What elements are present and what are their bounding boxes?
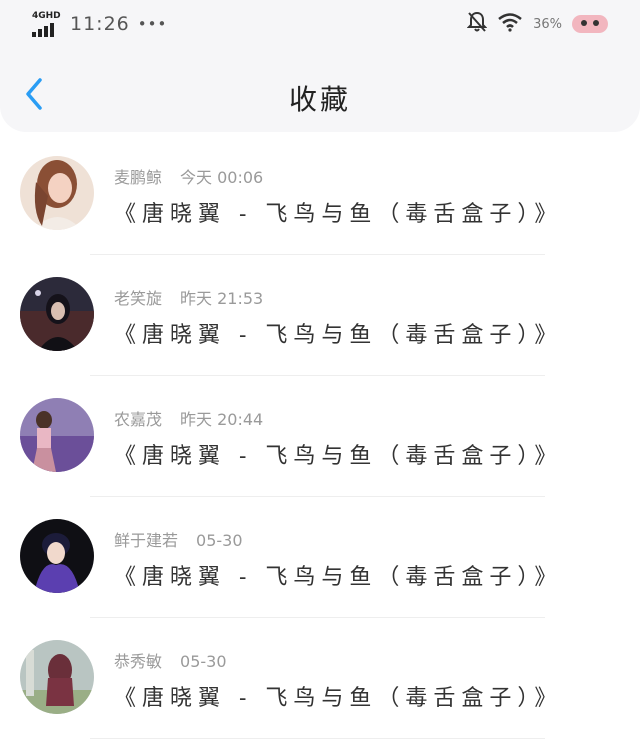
timestamp: 昨天 20:44 <box>180 410 264 429</box>
timestamp: 05-30 <box>196 531 243 550</box>
avatar[interactable] <box>20 277 94 351</box>
list-item[interactable]: 老笑旋 昨天 21:53 《唐晓翼 - 飞鸟与鱼（毒舌盒子）》 <box>0 255 640 376</box>
item-title: 《唐晓翼 - 飞鸟与鱼（毒舌盒子）》 <box>114 686 563 711</box>
item-meta: 老笑旋 昨天 21:53 <box>114 285 263 309</box>
status-left: 4GHD 11:26 ••• <box>32 11 167 37</box>
avatar[interactable] <box>20 156 94 230</box>
item-title: 《唐晓翼 - 飞鸟与鱼（毒舌盒子）》 <box>114 444 563 469</box>
item-title: 《唐晓翼 - 飞鸟与鱼（毒舌盒子）》 <box>114 202 563 227</box>
avatar[interactable] <box>20 519 94 593</box>
item-meta: 农嘉茂 昨天 20:44 <box>114 406 263 430</box>
status-bar: 4GHD 11:26 ••• 36% <box>0 0 640 48</box>
username: 恭秀敏 <box>114 652 163 671</box>
username: 麦鹏鲸 <box>114 168 163 187</box>
favorites-list: 麦鹏鲸 今天 00:06 《唐晓翼 - 飞鸟与鱼（毒舌盒子）》 老笑旋 昨天 21:… <box>0 134 640 739</box>
item-meta: 恭秀敏 05-30 <box>114 648 227 672</box>
header: 收藏 <box>0 48 640 132</box>
list-item[interactable]: 麦鹏鲸 今天 00:06 《唐晓翼 - 飞鸟与鱼（毒舌盒子）》 <box>0 134 640 255</box>
wifi-icon <box>497 12 523 36</box>
username: 老笑旋 <box>114 289 163 308</box>
username: 鲜于建若 <box>114 531 179 550</box>
bell-muted-icon <box>466 11 488 37</box>
list-item[interactable]: 鲜于建若 05-30 《唐晓翼 - 飞鸟与鱼（毒舌盒子）》 <box>0 497 640 618</box>
item-meta: 鲜于建若 05-30 <box>114 527 243 551</box>
status-time: 11:26 <box>70 13 130 35</box>
status-right: 36% <box>466 11 608 37</box>
avatar[interactable] <box>20 398 94 472</box>
timestamp: 今天 00:06 <box>180 168 264 187</box>
page-title: 收藏 <box>288 83 351 116</box>
notification-dots: ••• <box>137 15 168 33</box>
avatar[interactable] <box>20 640 94 714</box>
timestamp: 05-30 <box>180 652 227 671</box>
network-type: 4GHD <box>32 11 61 21</box>
signal-icon: 4GHD <box>32 11 62 37</box>
battery-percent: 36% <box>533 16 562 32</box>
battery-icon <box>572 15 608 33</box>
item-meta: 麦鹏鲸 今天 00:06 <box>114 164 263 188</box>
list-item[interactable]: 恭秀敏 05-30 《唐晓翼 - 飞鸟与鱼（毒舌盒子）》 <box>0 618 640 739</box>
list-item[interactable]: 农嘉茂 昨天 20:44 《唐晓翼 - 飞鸟与鱼（毒舌盒子）》 <box>0 376 640 497</box>
item-title: 《唐晓翼 - 飞鸟与鱼（毒舌盒子）》 <box>114 565 563 590</box>
username: 农嘉茂 <box>114 410 163 429</box>
item-title: 《唐晓翼 - 飞鸟与鱼（毒舌盒子）》 <box>114 323 563 348</box>
timestamp: 昨天 21:53 <box>180 289 264 308</box>
